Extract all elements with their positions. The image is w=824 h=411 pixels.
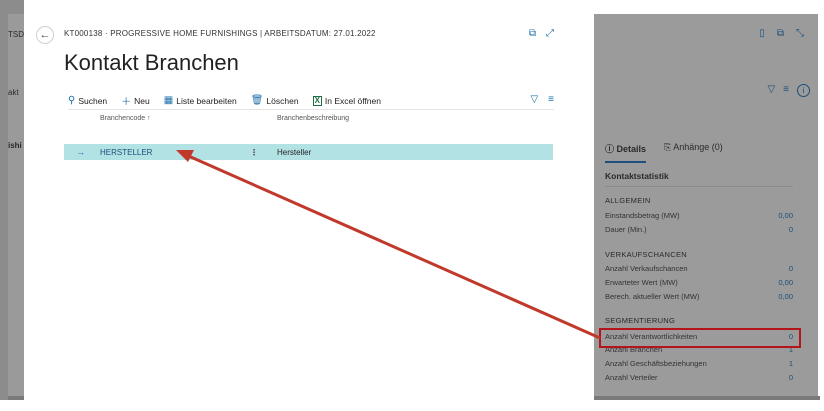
annotation-highlight-box: [599, 328, 801, 348]
edit-list-button[interactable]: ▦ Liste bearbeiten: [164, 95, 237, 106]
row-code-link[interactable]: HERSTELLER: [100, 148, 152, 157]
page-title: Kontakt Branchen: [64, 50, 239, 75]
field-anzahl-geschaeftsbeziehungen: Anzahl Geschäftsbeziehungen 1: [605, 359, 793, 368]
filter-icon[interactable]: ▽: [767, 84, 775, 97]
table-row[interactable]: → HERSTELLER ⋮ Hersteller: [64, 144, 553, 160]
kontakt-branchen-dialog: ← KT000138 · PROGRESSIVE HOME FURNISHING…: [24, 14, 594, 400]
field-anzahl-verkaufschancen: Anzahl Verkaufschancen 0: [605, 264, 793, 273]
new-button[interactable]: ＋ Neu: [121, 93, 150, 109]
row-menu-icon[interactable]: ⋮: [250, 148, 258, 157]
background-left-panel: [8, 14, 24, 400]
column-header-description[interactable]: Branchenbeschreibung: [277, 115, 349, 122]
arrow-left-icon: ←: [39, 29, 51, 41]
edit-list-icon: ▦: [163, 95, 174, 106]
action-bar: ⚲ Suchen ＋ Neu ▦ Liste bearbeiten 🗑︎ Löschen…: [68, 92, 554, 110]
bookmark-icon[interactable]: ▯: [759, 28, 765, 39]
expand-icon[interactable]: ⤢: [546, 28, 554, 39]
field-berech-aktueller-wert: Berech. aktueller Wert (MW) 0,00: [605, 292, 793, 301]
list-toolbar-right: ▽ ≡: [530, 94, 554, 105]
field-einstandsbetrag: Einstandsbetrag (MW) 0,00: [605, 211, 793, 220]
panel-top-icons: ▯ ⧉ ⤡: [759, 28, 804, 39]
row-selected-arrow-icon: →: [76, 147, 85, 157]
open-new-window-icon[interactable]: ⧉: [777, 28, 784, 39]
divider: [605, 186, 793, 187]
excel-icon: X: [312, 95, 322, 106]
field-erwarteter-wert: Erwarteter Wert (MW) 0,00: [605, 278, 793, 287]
tab-attachments[interactable]: ⎘ Anhänge (0): [664, 142, 723, 163]
field-dauer: Dauer (Min.) 0: [605, 225, 793, 234]
group-title-allgemein: ALLGEMEIN: [605, 196, 651, 205]
group-title-verkaufschancen: VERKAUFSCHANCEN: [605, 250, 688, 259]
back-button[interactable]: ←: [36, 26, 54, 44]
background-label-1: TSD: [8, 30, 24, 39]
open-in-excel-button[interactable]: X In Excel öffnen: [312, 95, 381, 106]
search-button[interactable]: ⚲ Suchen: [68, 95, 107, 106]
row-description: Hersteller: [277, 147, 312, 157]
open-new-window-icon[interactable]: ⧉: [529, 28, 536, 39]
list-view-icon[interactable]: ≡: [783, 84, 789, 97]
breadcrumb: KT000138 · PROGRESSIVE HOME FURNISHINGS …: [64, 29, 376, 38]
field-anzahl-verteiler: Anzahl Verteiler 0: [605, 373, 793, 382]
background-label-2: akt: [8, 88, 19, 97]
trash-icon: 🗑︎: [250, 95, 264, 106]
panel-toolbar-icons: ▽ ≡ i: [767, 84, 810, 97]
column-header-code[interactable]: Branchencode ↑: [100, 115, 151, 122]
factbox-tabs: ⓘ Details ⎘ Anhänge (0): [605, 142, 723, 163]
plus-icon: ＋: [121, 97, 132, 108]
collapse-icon[interactable]: ⤡: [796, 28, 804, 39]
background-label-3: ishi: [8, 141, 22, 150]
search-icon: ⚲: [68, 95, 76, 106]
list-view-icon[interactable]: ≡: [548, 94, 554, 105]
tab-details[interactable]: ⓘ Details: [605, 142, 647, 163]
info-icon[interactable]: i: [797, 84, 810, 97]
factbox-section-title: Kontaktstatistik: [605, 171, 669, 181]
delete-button[interactable]: 🗑︎ Löschen: [251, 95, 299, 106]
group-title-segmentierung: SEGMENTIERUNG: [605, 316, 676, 325]
filter-icon[interactable]: ▽: [530, 94, 538, 105]
dialog-top-icons: ⧉ ⤢: [529, 28, 554, 39]
